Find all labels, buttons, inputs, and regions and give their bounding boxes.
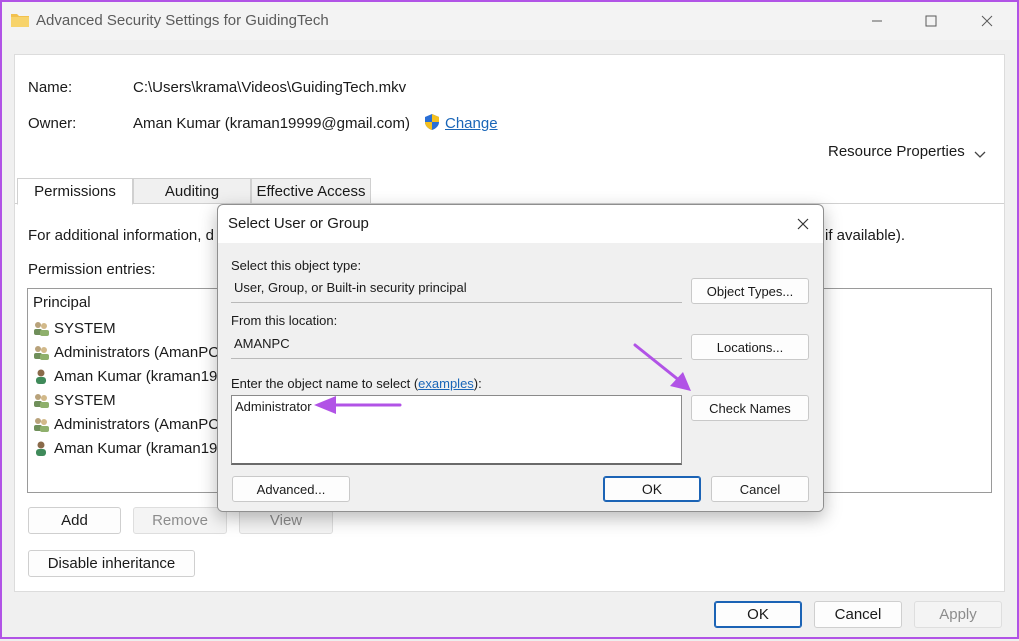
entry-principal: SYSTEM	[54, 391, 116, 409]
location-label: From this location:	[231, 313, 338, 328]
chevron-down-icon[interactable]	[973, 147, 987, 158]
locations-button[interactable]: Locations...	[691, 334, 809, 360]
apply-button[interactable]: Apply	[914, 601, 1002, 628]
examples-link[interactable]: examples	[418, 376, 474, 391]
object-type-label: Select this object type:	[231, 258, 362, 273]
list-item[interactable]: Administrators (AmanPC	[32, 341, 219, 363]
group-icon	[32, 344, 50, 360]
resource-properties-label[interactable]: Resource Properties	[828, 143, 965, 160]
permission-entries-label: Permission entries:	[28, 261, 156, 278]
window-frame: Advanced Security Settings for GuidingTe…	[0, 0, 1019, 639]
object-type-field: User, Group, or Built-in security princi…	[231, 277, 682, 303]
minimize-button[interactable]	[854, 6, 900, 36]
info-text-left: For additional information, d	[28, 227, 214, 244]
select-user-dialog: Select User or Group Select this object …	[217, 204, 824, 512]
name-value: C:\Users\krama\Videos\GuidingTech.mkv	[133, 79, 407, 96]
object-name-input[interactable]: Administrator	[231, 395, 682, 465]
entry-principal: Administrators (AmanPC	[54, 415, 220, 433]
change-owner-link[interactable]: Change	[445, 115, 498, 132]
shield-icon	[423, 113, 441, 131]
window-title: Advanced Security Settings for GuidingTe…	[36, 12, 329, 29]
dialog-close-button[interactable]	[792, 213, 814, 235]
enter-object-name-label: Enter the object name to select (example…	[231, 376, 482, 391]
object-types-button[interactable]: Object Types...	[691, 278, 809, 304]
maximize-button[interactable]	[908, 6, 954, 36]
info-text-right: if available).	[825, 227, 906, 244]
list-item[interactable]: Administrators (AmanPC	[32, 413, 219, 435]
folder-icon	[10, 12, 30, 28]
disable-inheritance-button[interactable]: Disable inheritance	[28, 550, 195, 577]
enter-name-prefix: Enter the object name to select (	[231, 376, 419, 391]
entry-principal: Administrators (AmanPC	[54, 343, 220, 361]
group-icon	[32, 392, 50, 408]
close-icon	[797, 218, 809, 230]
tab-permissions[interactable]: Permissions	[17, 178, 133, 205]
advanced-button[interactable]: Advanced...	[232, 476, 350, 502]
ok-button[interactable]: OK	[714, 601, 802, 628]
entry-principal: Aman Kumar (kraman199	[54, 367, 226, 385]
group-icon	[32, 416, 50, 432]
add-button[interactable]: Add	[28, 507, 121, 534]
list-item[interactable]: SYSTEM	[32, 389, 116, 411]
list-item[interactable]: Aman Kumar (kraman199	[32, 365, 226, 387]
dialog-body: Select this object type: User, Group, or…	[218, 243, 823, 511]
group-icon	[32, 320, 50, 336]
principal-column-header[interactable]: Principal	[33, 294, 91, 311]
owner-label: Owner:	[28, 115, 77, 132]
owner-value: Aman Kumar (kraman19999@gmail.com)	[133, 115, 410, 132]
title-bar: Advanced Security Settings for GuidingTe…	[2, 2, 1017, 40]
tab-effective-access[interactable]: Effective Access	[251, 178, 371, 204]
location-field: AMANPC	[231, 333, 682, 359]
close-button[interactable]	[964, 6, 1010, 36]
entry-principal: SYSTEM	[54, 319, 116, 337]
entry-principal: Aman Kumar (kraman199	[54, 439, 226, 457]
dialog-title: Select User or Group	[228, 215, 369, 232]
enter-name-suffix: ):	[473, 376, 482, 391]
cancel-button[interactable]: Cancel	[814, 601, 902, 628]
user-icon	[32, 440, 50, 456]
list-item[interactable]: Aman Kumar (kraman199	[32, 437, 226, 459]
tab-auditing[interactable]: Auditing	[133, 178, 251, 204]
dialog-ok-button[interactable]: OK	[603, 476, 701, 502]
dialog-cancel-button[interactable]: Cancel	[711, 476, 809, 502]
user-icon	[32, 368, 50, 384]
list-item[interactable]: SYSTEM	[32, 317, 116, 339]
remove-button[interactable]: Remove	[133, 507, 227, 534]
check-names-button[interactable]: Check Names	[691, 395, 809, 421]
name-label: Name:	[28, 79, 73, 96]
